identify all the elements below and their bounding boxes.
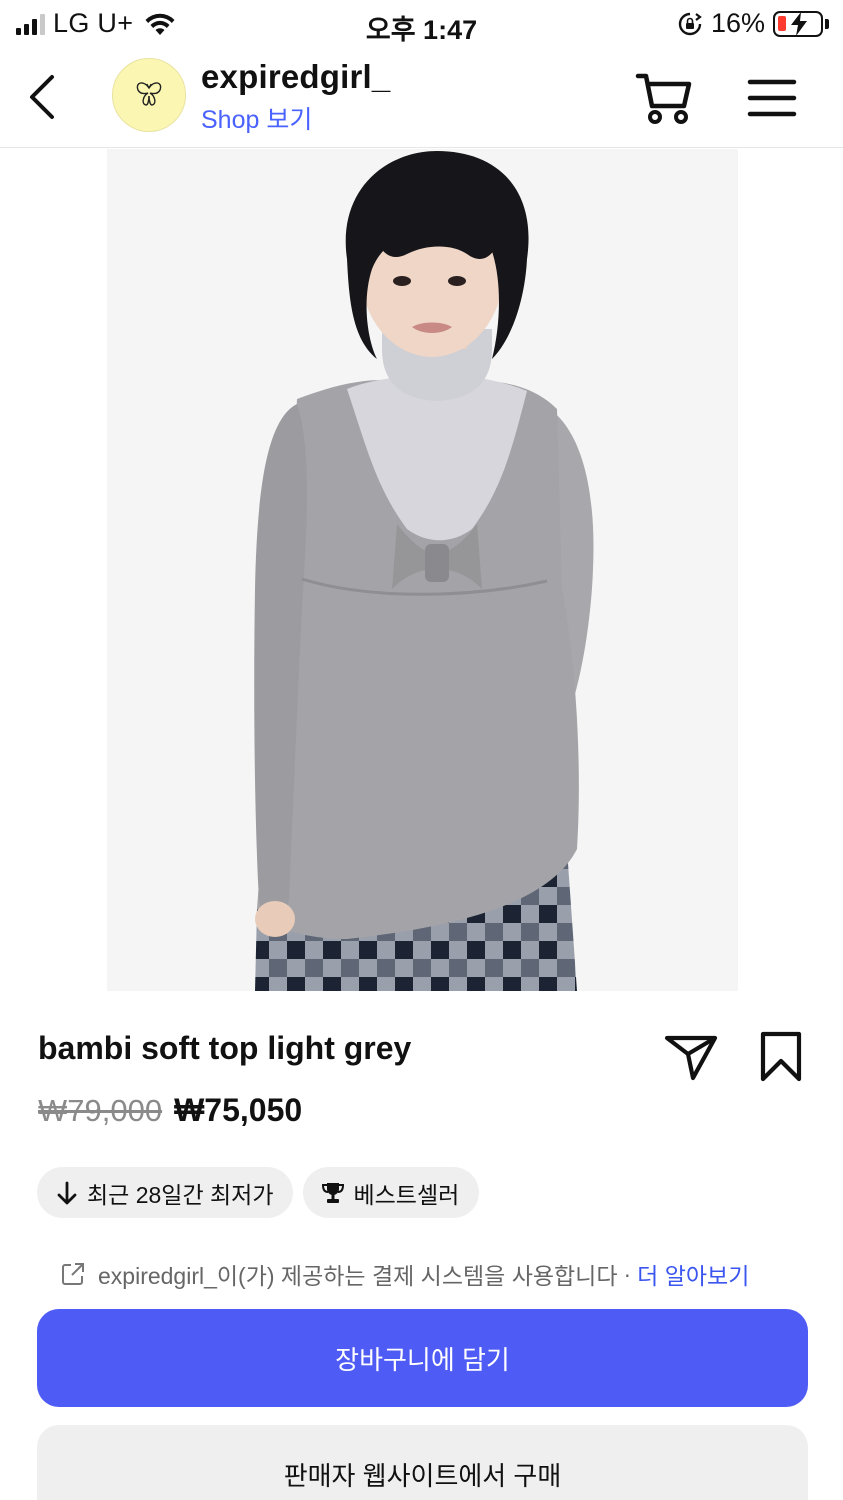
price-row: ₩79,000 ₩75,050: [38, 1092, 302, 1129]
lowest-price-label: 최근 28일간 최저가: [87, 1181, 274, 1208]
status-bar: LG U+ 오후 1:47 16%: [0, 0, 843, 48]
bookmark-icon[interactable]: [756, 1030, 806, 1084]
battery-cap: [825, 18, 829, 29]
trophy-icon: [322, 1182, 345, 1203]
disclaimer-separator: ·: [623, 1260, 632, 1287]
share-icon[interactable]: [662, 1030, 720, 1082]
shop-avatar[interactable]: [112, 58, 186, 132]
battery-charging-icon: [773, 10, 823, 37]
learn-more-link[interactable]: 더 알아보기: [637, 1257, 749, 1291]
sale-price: ₩75,050: [174, 1092, 303, 1128]
butterfly-logo-icon: [136, 82, 162, 106]
back-arrow-icon[interactable]: [22, 72, 66, 122]
battery-percent: 16%: [710, 8, 765, 38]
product-photo: [107, 149, 738, 991]
lowest-price-badge: 최근 28일간 최저가: [37, 1167, 294, 1218]
buy-on-seller-site-button[interactable]: 판매자 웹사이트에서 구매: [37, 1425, 808, 1500]
shop-header: expiredgirl_ Shop 보기: [0, 48, 843, 148]
product-image[interactable]: [107, 149, 738, 991]
bestseller-label: 베스트셀러: [353, 1181, 460, 1208]
checkout-disclaimer: expiredgirl_이(가) 제공하는 결제 시스템을 사용합니다 · 더 …: [60, 1257, 749, 1291]
badge-row: 최근 28일간 최저가 베스트셀러: [37, 1167, 480, 1218]
original-price: ₩79,000: [38, 1093, 163, 1128]
disclaimer-text: expiredgirl_이(가) 제공하는 결제 시스템을 사용합니다: [98, 1263, 618, 1289]
external-link-icon: [62, 1263, 84, 1285]
add-to-cart-button[interactable]: 장바구니에 담기: [37, 1309, 808, 1407]
product-title: bambi soft top light grey: [38, 1030, 412, 1066]
cart-icon[interactable]: [634, 70, 694, 126]
view-shop-link[interactable]: Shop 보기: [201, 100, 312, 136]
arrow-down-icon: [57, 1181, 77, 1204]
shop-name[interactable]: expiredgirl_: [201, 58, 390, 96]
bestseller-badge: 베스트셀러: [303, 1167, 480, 1218]
hamburger-menu-icon[interactable]: [746, 76, 798, 120]
status-right: 16%: [677, 8, 829, 39]
rotation-lock-icon: [678, 12, 702, 35]
